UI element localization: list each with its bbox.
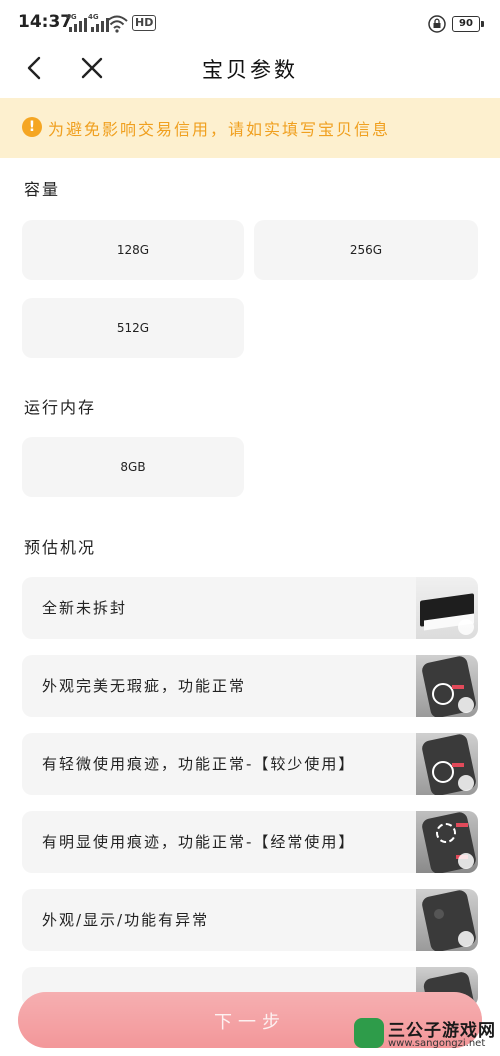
condition-option-perfect[interactable]: 外观完美无瑕疵，功能正常 [22,655,478,717]
hd-badge: HD [132,15,157,31]
signal-icon-2: 4G [88,13,109,32]
phone-back-thumbnail[interactable] [416,655,478,717]
phone-back-thumbnail[interactable] [416,733,478,795]
condition-option-light-use[interactable]: 有轻微使用痕迹，功能正常-【较少使用】 [22,733,478,795]
condition-label: 外观/显示/功能有异常 [42,911,210,929]
site-watermark: 三公子游戏网 www.sangongzi.net [354,1012,500,1056]
warning-icon: ! [22,117,42,137]
condition-label: 全新未拆封 [42,599,128,617]
notice-text: 为避免影响交易信用，请如实填写宝贝信息 [48,120,391,139]
condition-section-title: 预估机况 [24,538,97,557]
page-title: 宝贝参数 [202,58,298,82]
phone-back-thumbnail[interactable] [416,811,478,873]
condition-option-abnormal[interactable]: 外观/显示/功能有异常 [22,889,478,951]
site-logo-icon [354,1018,384,1048]
condition-option-heavy-use[interactable]: 有明显使用痕迹，功能正常-【经常使用】 [22,811,478,873]
capacity-option-256g[interactable]: 256G [254,220,478,280]
notice-banner: ! 为避免影响交易信用，请如实填写宝贝信息 [0,98,500,158]
capacity-section-title: 容量 [24,180,61,199]
memory-option-8gb[interactable]: 8GB [22,437,244,497]
battery-indicator: 90 [452,16,484,32]
zoom-icon[interactable] [458,853,474,869]
phone-back-thumbnail[interactable] [416,889,478,951]
signal-icon: 4G [66,13,87,32]
capacity-option-512g[interactable]: 512G [22,298,244,358]
memory-section-title: 运行内存 [24,398,97,417]
zoom-icon[interactable] [458,931,474,947]
zoom-icon[interactable] [458,697,474,713]
condition-label: 有明显使用痕迹，功能正常-【经常使用】 [42,833,356,851]
nav-bar: 宝贝参数 [0,44,500,92]
condition-label: 有轻微使用痕迹，功能正常-【较少使用】 [42,755,356,773]
zoom-icon[interactable] [458,775,474,791]
status-time: 14:37 [18,12,73,32]
status-bar: 14:37 4G 4G HD 90 [0,0,500,50]
wifi-icon [106,15,128,33]
condition-label: 外观完美无瑕疵，功能正常 [42,677,247,695]
rotation-lock-icon [428,15,446,33]
product-box-thumbnail[interactable] [416,577,478,639]
watermark-url: www.sangongzi.net [388,1038,486,1049]
condition-option-new[interactable]: 全新未拆封 [22,577,478,639]
zoom-icon[interactable] [458,619,474,635]
capacity-option-128g[interactable]: 128G [22,220,244,280]
